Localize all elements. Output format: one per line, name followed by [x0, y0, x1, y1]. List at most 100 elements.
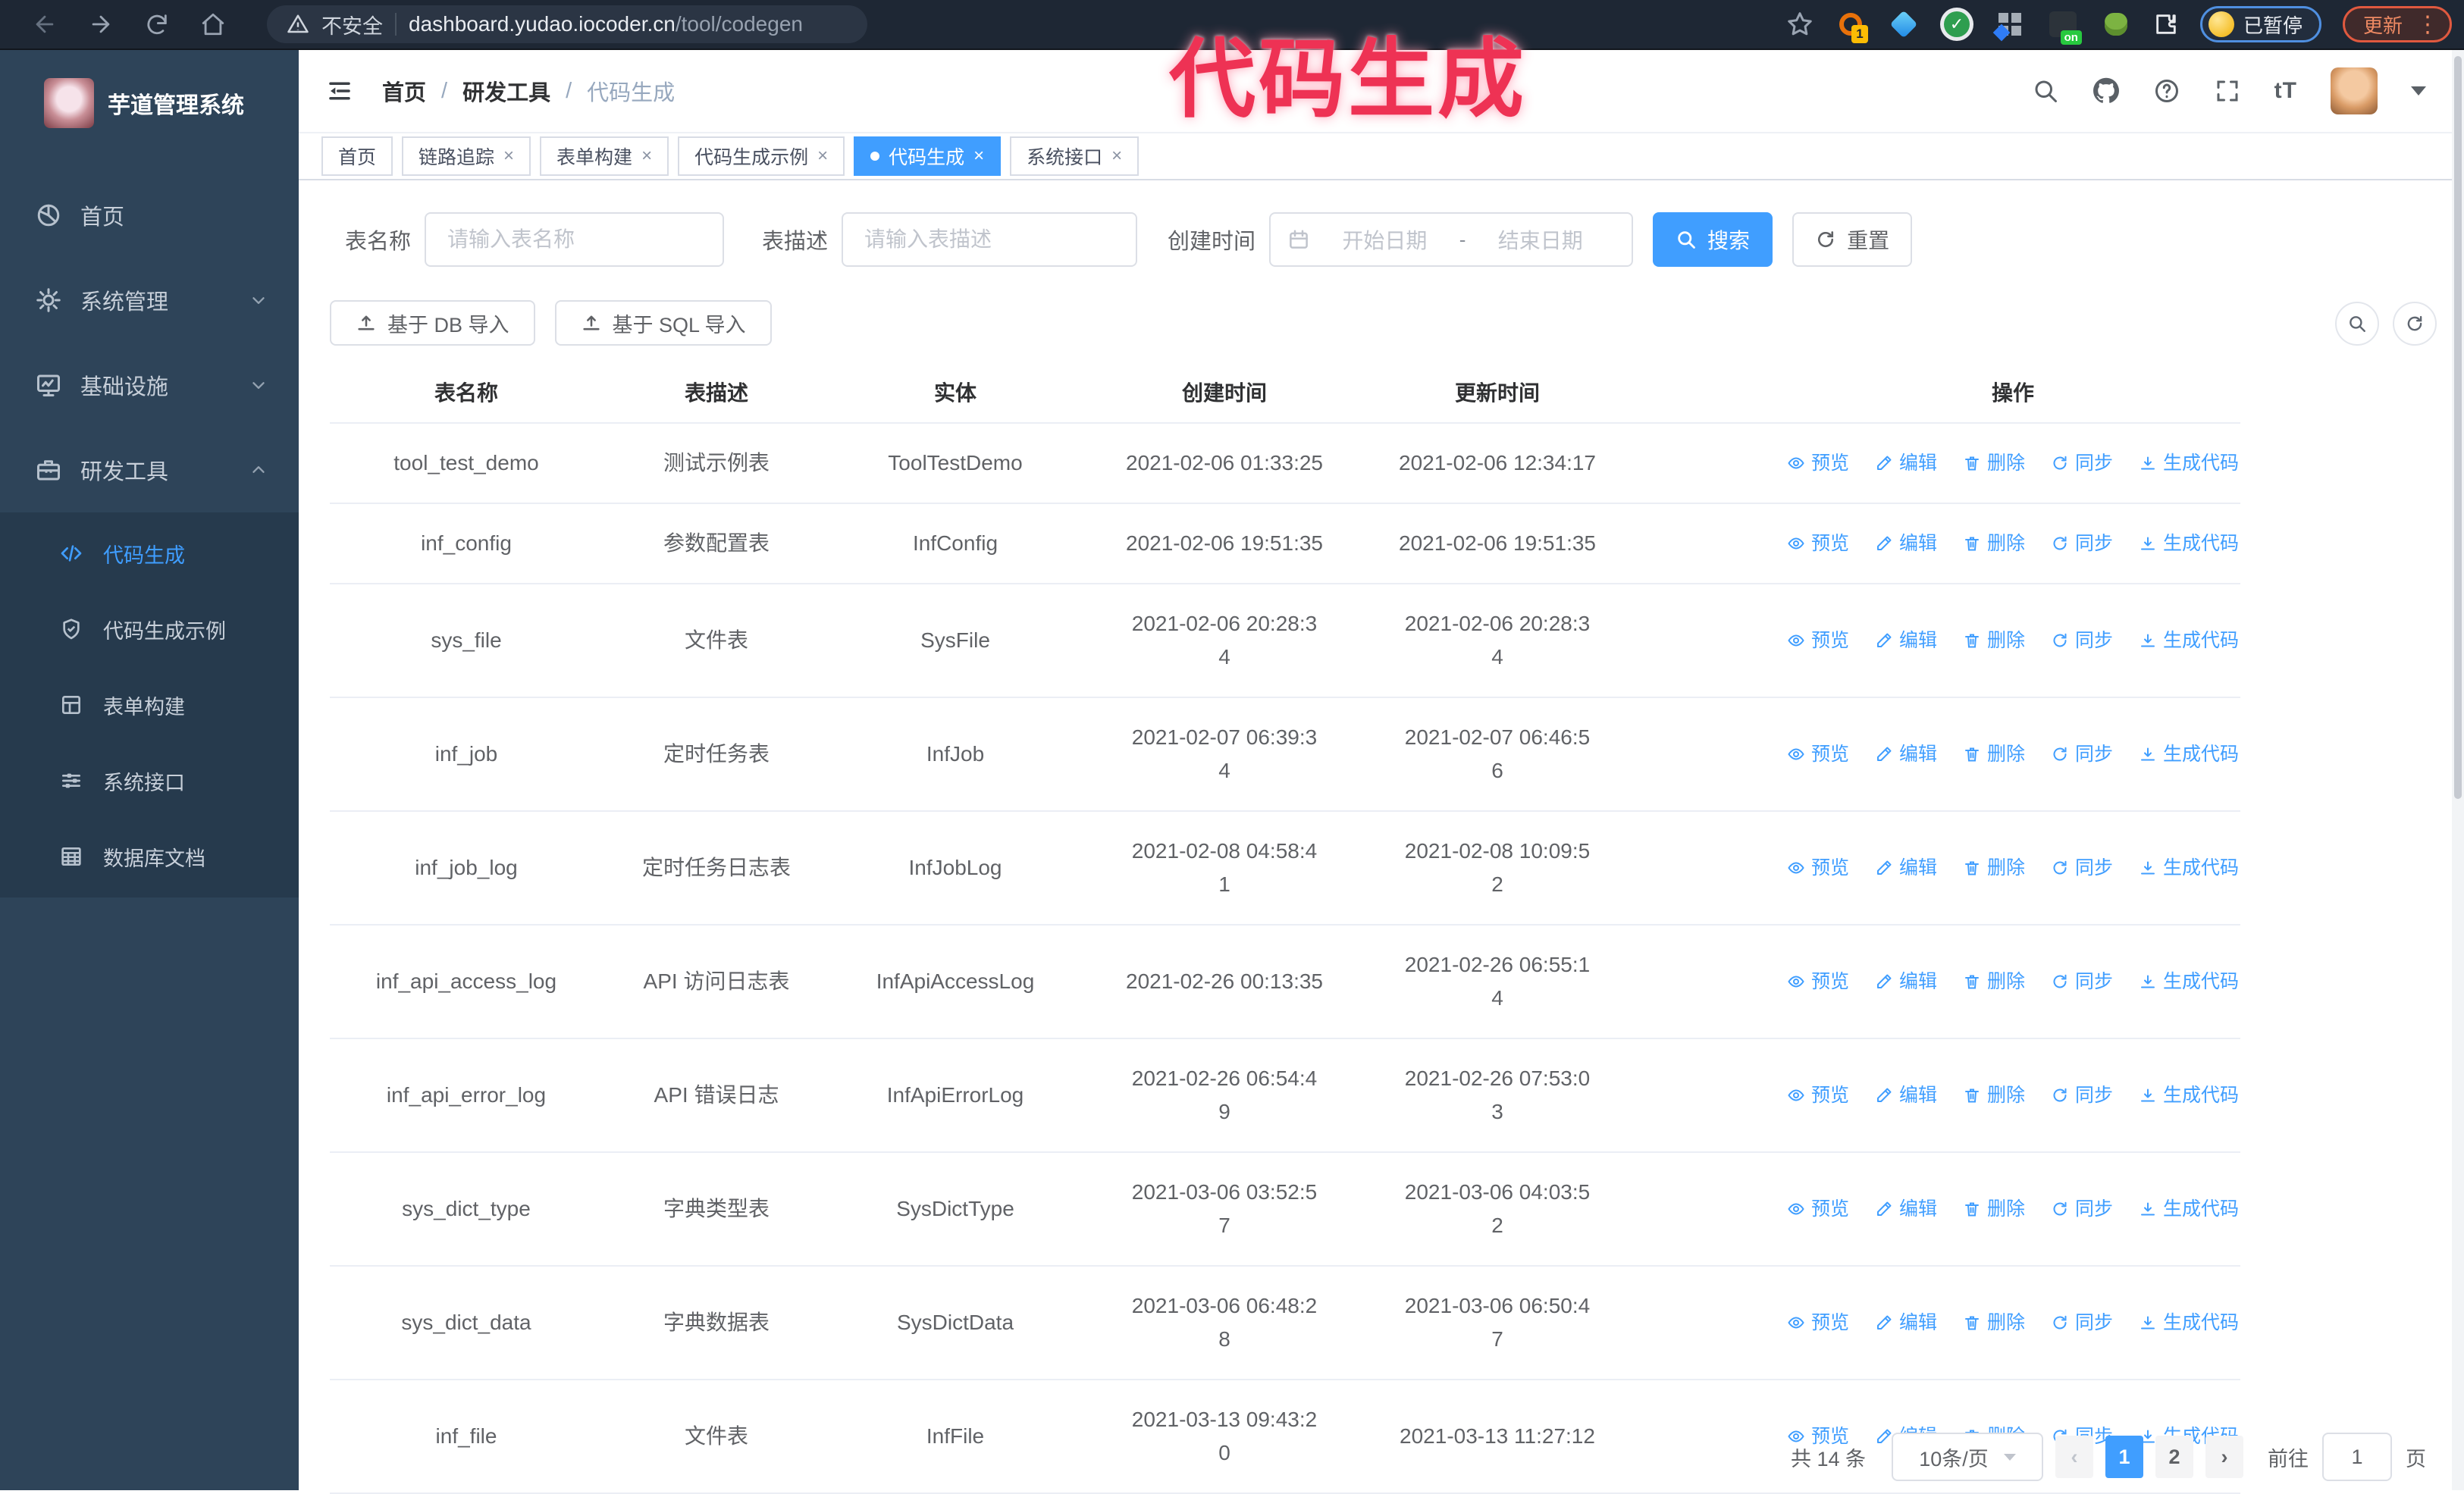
fullscreen-icon[interactable]	[2214, 77, 2241, 105]
action-sync[interactable]: 同步	[2051, 851, 2113, 885]
page-button-2[interactable]: 2	[2155, 1436, 2193, 1478]
help-icon[interactable]	[2153, 77, 2180, 105]
browser-home-icon[interactable]	[200, 11, 226, 37]
import-db-button[interactable]: 基于 DB 导入	[330, 300, 535, 346]
action-generate[interactable]: 生成代码	[2139, 851, 2239, 885]
action-preview[interactable]: 预览	[1787, 1306, 1849, 1339]
action-sync[interactable]: 同步	[2051, 738, 2113, 771]
action-sync[interactable]: 同步	[2051, 624, 2113, 657]
close-icon[interactable]: ×	[503, 146, 514, 167]
action-sync[interactable]: 同步	[2051, 527, 2113, 560]
breadcrumb-item[interactable]: 首页	[382, 75, 426, 107]
refresh-table-button[interactable]	[2393, 302, 2437, 346]
prev-page-button[interactable]: ‹	[2055, 1436, 2093, 1478]
sidebar-item-infra[interactable]: 基础设施	[0, 343, 299, 428]
action-preview[interactable]: 预览	[1787, 1192, 1849, 1226]
sidebar-subitem-codegen[interactable]: 代码生成	[0, 515, 299, 591]
action-sync[interactable]: 同步	[2051, 446, 2113, 480]
action-delete[interactable]: 删除	[1963, 527, 2025, 560]
action-generate[interactable]: 生成代码	[2139, 624, 2239, 657]
action-preview[interactable]: 预览	[1787, 965, 1849, 998]
extension-grid-icon[interactable]	[1992, 7, 2026, 42]
action-sync[interactable]: 同步	[2051, 1306, 2113, 1339]
breadcrumb-item[interactable]: 研发工具	[462, 75, 550, 107]
font-size-icon[interactable]: tT	[2274, 78, 2297, 104]
tab-codegen-example[interactable]: 代码生成示例 ×	[678, 136, 845, 176]
sidebar-subitem-form-builder[interactable]: 表单构建	[0, 667, 299, 743]
page-size-select[interactable]: 10条/页	[1892, 1433, 2043, 1481]
bookmark-star-icon[interactable]	[1786, 11, 1814, 38]
action-generate[interactable]: 生成代码	[2139, 1192, 2239, 1226]
action-sync[interactable]: 同步	[2051, 965, 2113, 998]
browser-address-bar[interactable]: 不安全 dashboard.yudao.iocoder.cn/tool/code…	[267, 5, 867, 43]
action-generate[interactable]: 生成代码	[2139, 738, 2239, 771]
chevron-down-icon[interactable]	[2411, 86, 2426, 96]
action-generate[interactable]: 生成代码	[2139, 446, 2239, 480]
action-generate[interactable]: 生成代码	[2139, 1306, 2239, 1339]
action-edit[interactable]: 编辑	[1875, 1306, 1937, 1339]
window-scrollbar[interactable]	[2452, 50, 2464, 1490]
action-edit[interactable]: 编辑	[1875, 527, 1937, 560]
sidebar-subitem-codegen-example[interactable]: 代码生成示例	[0, 591, 299, 667]
action-preview[interactable]: 预览	[1787, 1079, 1849, 1112]
extensions-puzzle-icon[interactable]	[2153, 11, 2179, 37]
action-delete[interactable]: 删除	[1963, 965, 2025, 998]
close-icon[interactable]: ×	[817, 146, 828, 167]
extension-check-icon[interactable]: ✓	[1941, 7, 1973, 42]
search-button[interactable]: 搜索	[1653, 212, 1773, 267]
browser-reload-icon[interactable]	[144, 11, 170, 37]
tab-codegen[interactable]: 代码生成 ×	[854, 136, 1002, 176]
toggle-search-button[interactable]	[2335, 302, 2379, 346]
sidebar-item-devtools[interactable]: 研发工具	[0, 428, 299, 512]
action-generate[interactable]: 生成代码	[2139, 527, 2239, 560]
avatar[interactable]	[2331, 67, 2378, 114]
action-edit[interactable]: 编辑	[1875, 446, 1937, 480]
sidebar-item-system[interactable]: 系统管理	[0, 258, 299, 343]
browser-back-icon[interactable]	[32, 11, 58, 37]
action-edit[interactable]: 编辑	[1875, 1079, 1937, 1112]
hamburger-icon[interactable]	[324, 77, 355, 105]
action-preview[interactable]: 预览	[1787, 851, 1849, 885]
action-sync[interactable]: 同步	[2051, 1079, 2113, 1112]
close-icon[interactable]: ×	[973, 146, 984, 167]
create-time-range-picker[interactable]: 开始日期 - 结束日期	[1269, 212, 1634, 267]
page-button-1[interactable]: 1	[2105, 1436, 2143, 1478]
extension-gem-icon[interactable]	[1888, 7, 1920, 42]
tab-api[interactable]: 系统接口 ×	[1010, 136, 1140, 176]
action-edit[interactable]: 编辑	[1875, 624, 1937, 657]
tab-tracer[interactable]: 链路追踪 ×	[402, 136, 531, 176]
action-generate[interactable]: 生成代码	[2139, 1079, 2239, 1112]
extension-loop-icon[interactable]: 1	[1835, 7, 1868, 43]
action-generate[interactable]: 生成代码	[2139, 965, 2239, 998]
action-delete[interactable]: 删除	[1963, 1079, 2025, 1112]
action-edit[interactable]: 编辑	[1875, 738, 1937, 771]
table-desc-input[interactable]	[842, 212, 1138, 267]
close-icon[interactable]: ×	[1111, 146, 1122, 167]
import-sql-button[interactable]: 基于 SQL 导入	[554, 300, 772, 346]
action-preview[interactable]: 预览	[1787, 738, 1849, 771]
action-preview[interactable]: 预览	[1787, 446, 1849, 480]
tab-form-builder[interactable]: 表单构建 ×	[540, 136, 669, 176]
translate-paused-badge[interactable]: 已暂停	[2199, 6, 2321, 42]
reset-button[interactable]: 重置	[1792, 212, 1913, 267]
action-preview[interactable]: 预览	[1787, 624, 1849, 657]
scrollbar-thumb[interactable]	[2454, 56, 2462, 799]
browser-forward-icon[interactable]	[88, 11, 114, 37]
extension-robot-icon[interactable]	[2100, 7, 2132, 42]
chrome-update-button[interactable]: 更新 ⋮	[2342, 6, 2452, 42]
action-delete[interactable]: 删除	[1963, 1306, 2025, 1339]
app-logo[interactable]: 芋道管理系统	[0, 50, 299, 138]
sidebar-subitem-db-doc[interactable]: 数据库文档	[0, 819, 299, 894]
next-page-button[interactable]: ›	[2205, 1436, 2243, 1478]
table-name-input[interactable]	[425, 212, 725, 267]
action-delete[interactable]: 删除	[1963, 738, 2025, 771]
action-preview[interactable]: 预览	[1787, 527, 1849, 560]
tab-home[interactable]: 首页	[321, 136, 393, 176]
sidebar-subitem-api[interactable]: 系统接口	[0, 743, 299, 819]
search-icon[interactable]	[2032, 77, 2059, 105]
action-edit[interactable]: 编辑	[1875, 1192, 1937, 1226]
action-delete[interactable]: 删除	[1963, 1192, 2025, 1226]
action-delete[interactable]: 删除	[1963, 851, 2025, 885]
github-icon[interactable]	[2093, 77, 2120, 105]
extension-dark-icon[interactable]: on	[2047, 7, 2082, 45]
